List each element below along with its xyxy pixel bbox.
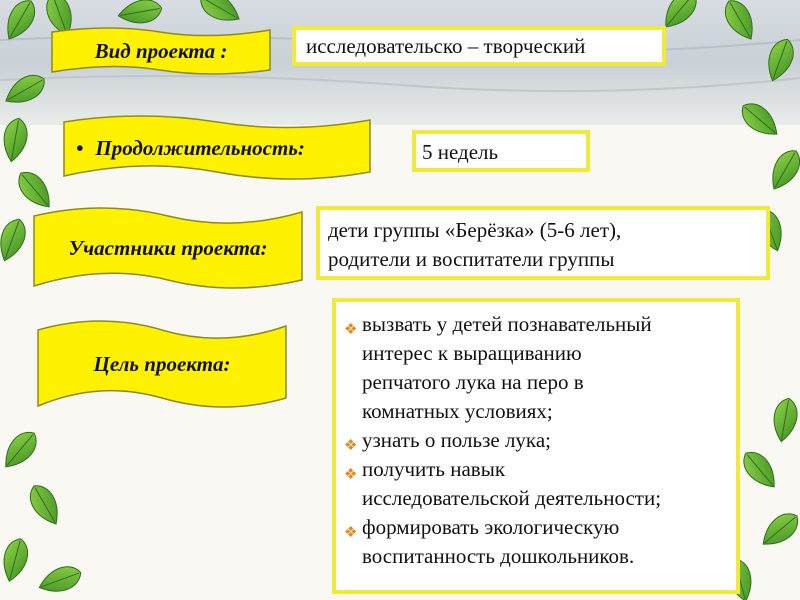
- duration-label-wrap: • Продолжительность:: [62, 112, 372, 184]
- participants-line-1: дети группы «Берёзка» (5-6 лет),: [328, 218, 622, 242]
- goal-item-line: комнатных условиях;: [362, 399, 553, 423]
- goal-item-line: репчатого лука на перо в: [362, 370, 584, 394]
- duration-label: Продолжительность:: [95, 135, 305, 160]
- project-type-value: исследовательско – творческий: [306, 34, 586, 58]
- goal-item: ❖ узнать о пользе лука;: [344, 426, 730, 455]
- goal-list: ❖ вызвать у детей познавательный интерес…: [344, 310, 730, 571]
- duration-banner: • Продолжительность:: [62, 112, 372, 184]
- goal-label: Цель проекта:: [93, 351, 231, 376]
- goal-item-line: вызвать у детей познавательный: [362, 312, 652, 336]
- goal-item-line: формировать экологическую: [362, 515, 620, 539]
- participants-banner: Участники проекта:: [32, 202, 304, 294]
- goal-item-line: получить навык: [362, 457, 506, 481]
- goal-item-line: исследовательской деятельности;: [362, 486, 662, 510]
- project-type-banner: Вид проекта :: [50, 26, 272, 76]
- goal-value-box: ❖ вызвать у детей познавательный интерес…: [332, 298, 740, 594]
- goal-item-line: интерес к выращиванию: [362, 341, 582, 365]
- diamond-bullet-icon: ❖: [344, 525, 358, 541]
- participants-line-2: родители и воспитатели группы: [328, 247, 615, 271]
- goal-item: ❖ вызвать у детей познавательный интерес…: [344, 310, 730, 426]
- duration-value: 5 недель: [422, 140, 499, 164]
- duration-value-box: 5 недель: [412, 130, 590, 172]
- goal-banner: Цель проекта:: [36, 314, 288, 414]
- project-type-label: Вид проекта :: [94, 38, 228, 63]
- goal-item: ❖ формировать экологическую воспитанност…: [344, 513, 730, 571]
- goal-item-line: воспитанность дошкольников.: [362, 544, 635, 568]
- diamond-bullet-icon: ❖: [344, 467, 358, 483]
- participants-value-box: дети группы «Берёзка» (5-6 лет), родител…: [316, 206, 770, 280]
- goal-item-line: узнать о пользе лука;: [362, 428, 551, 452]
- project-type-value-box: исследовательско – творческий: [292, 26, 666, 66]
- diamond-bullet-icon: ❖: [344, 322, 358, 338]
- goal-item: ❖ получить навык исследовательской деяте…: [344, 455, 730, 513]
- participants-label: Участники проекта:: [68, 235, 268, 260]
- duration-bullet: •: [76, 135, 84, 160]
